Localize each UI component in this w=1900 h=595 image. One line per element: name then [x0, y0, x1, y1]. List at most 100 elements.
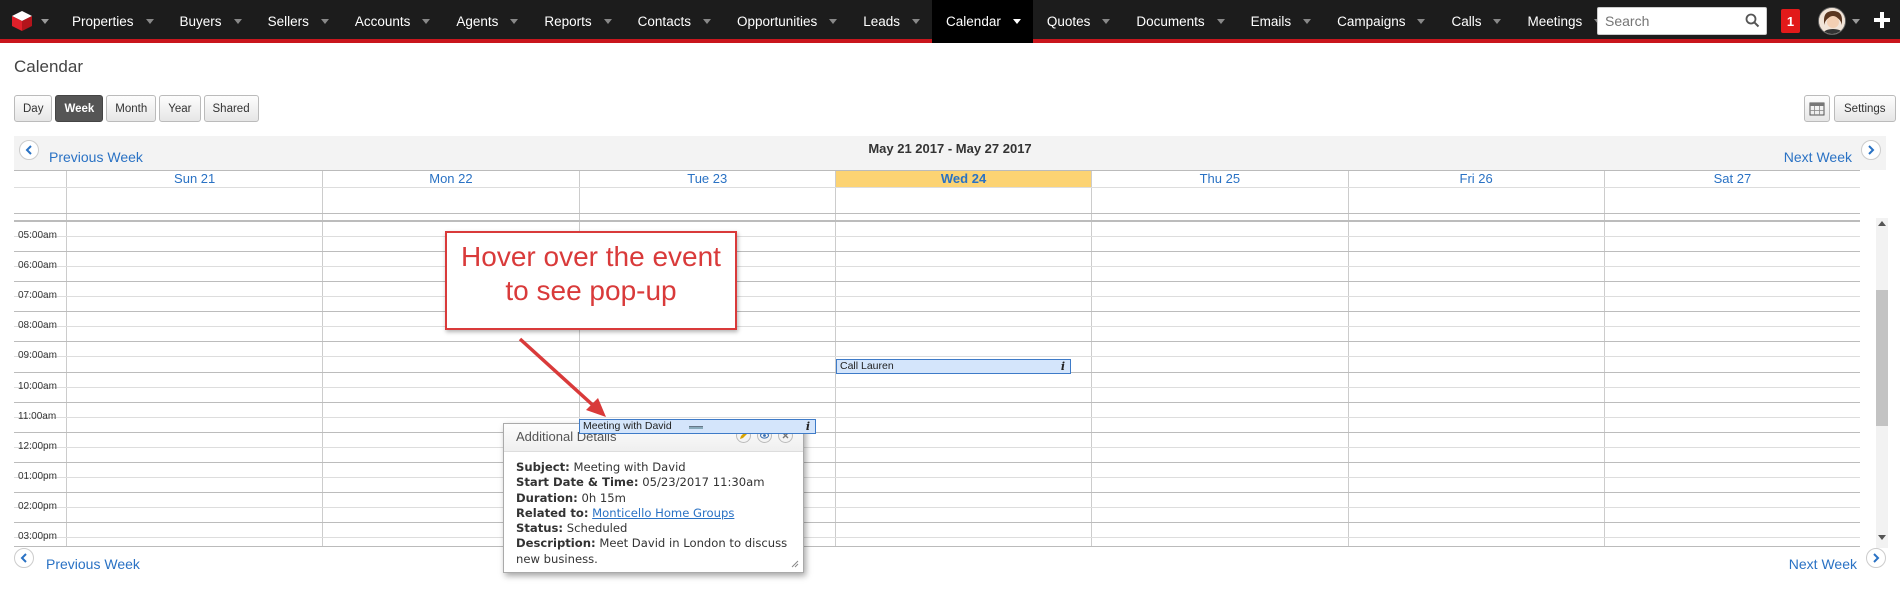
description-label: Description:	[516, 536, 596, 551]
scroll-down-arrow-icon[interactable]	[1878, 535, 1886, 540]
dropdown-caret-icon[interactable]	[422, 19, 431, 24]
grid-column-divider	[1091, 171, 1093, 546]
grid-row-divider	[14, 477, 1860, 478]
popup-status-row: Status: Scheduled	[516, 521, 791, 536]
next-week-arrow[interactable]	[1861, 140, 1881, 160]
nav-item-reports[interactable]: Reports	[530, 0, 623, 43]
start-value: 05/23/2017 11:30am	[642, 475, 765, 490]
nav-item-label: Meetings	[1527, 14, 1583, 29]
week-range-title: May 21 2017 - May 27 2017	[868, 141, 1032, 156]
grid-row-divider	[14, 236, 1860, 237]
next-week-link[interactable]: Next Week	[1784, 149, 1852, 165]
nav-item-properties[interactable]: Properties	[58, 0, 166, 43]
page-title: Calendar	[14, 57, 83, 76]
day-header-sat-27[interactable]: Sat 27	[1603, 171, 1860, 187]
next-week-arrow-bottom[interactable]	[1866, 548, 1886, 568]
next-week-link-bottom[interactable]: Next Week	[1789, 556, 1857, 572]
duration-label: Duration:	[516, 490, 578, 505]
nav-item-accounts[interactable]: Accounts	[341, 0, 443, 43]
notification-badge[interactable]: 1	[1781, 9, 1800, 33]
search-input[interactable]	[1598, 8, 1736, 34]
dropdown-caret-icon[interactable]	[912, 19, 921, 24]
nav-item-label: Accounts	[354, 14, 411, 29]
nav-item-quotes[interactable]: Quotes	[1033, 0, 1123, 43]
settings-button[interactable]: Settings	[1834, 95, 1896, 122]
info-icon[interactable]: i	[806, 420, 810, 433]
scroll-up-arrow-icon[interactable]	[1878, 221, 1886, 226]
dropdown-caret-icon[interactable]	[233, 19, 242, 24]
event-meeting-with-david[interactable]: Meeting with David i	[579, 419, 816, 434]
day-header-sun-21[interactable]: Sun 21	[66, 171, 322, 187]
nav-item-label: Opportunities	[736, 14, 818, 29]
day-header-fri-26[interactable]: Fri 26	[1347, 171, 1604, 187]
nav-item-calls[interactable]: Calls	[1437, 0, 1513, 43]
view-day-button[interactable]: Day	[14, 95, 53, 122]
dropdown-caret-icon[interactable]	[1102, 19, 1111, 24]
dropdown-caret-icon[interactable]	[1012, 19, 1021, 24]
dropdown-caret-icon[interactable]	[145, 19, 154, 24]
nav-item-contacts[interactable]: Contacts	[624, 0, 723, 43]
nav-item-label: Documents	[1136, 14, 1205, 29]
dropdown-caret-icon[interactable]	[603, 19, 612, 24]
nav-item-opportunities[interactable]: Opportunities	[723, 0, 849, 43]
nav-item-campaigns[interactable]: Campaigns	[1323, 0, 1437, 43]
nav-item-agents[interactable]: Agents	[442, 0, 530, 43]
time-slot-label: 12:00pm	[18, 441, 57, 452]
dropdown-caret-icon[interactable]	[320, 19, 329, 24]
nav-item-buyers[interactable]: Buyers	[166, 0, 254, 43]
grid-row-divider	[14, 417, 1860, 418]
nav-item-leads[interactable]: Leads	[849, 0, 932, 43]
nav-item-emails[interactable]: Emails	[1237, 0, 1324, 43]
subject-label: Subject:	[516, 460, 570, 474]
day-header-tue-23[interactable]: Tue 23	[578, 171, 835, 187]
info-icon[interactable]: i	[1061, 360, 1065, 373]
drag-handle-icon[interactable]	[689, 426, 703, 429]
dropdown-caret-icon[interactable]	[1303, 19, 1312, 24]
dropdown-caret-icon[interactable]	[1216, 19, 1225, 24]
view-week-button[interactable]: Week	[55, 95, 104, 122]
user-menu-caret-icon[interactable]	[1852, 19, 1860, 24]
grid-row-divider	[14, 213, 1860, 214]
dropdown-caret-icon[interactable]	[1417, 19, 1426, 24]
calendar-scrollbar-thumb[interactable]	[1876, 290, 1888, 426]
view-year-button[interactable]: Year	[159, 95, 201, 122]
search-icon[interactable]	[1745, 13, 1760, 28]
grid-row-divider	[14, 537, 1860, 538]
view-shared-button[interactable]: Shared	[203, 95, 259, 122]
plus-icon[interactable]	[1872, 10, 1892, 30]
resize-grip-icon[interactable]	[791, 560, 799, 568]
grid-row-divider	[14, 356, 1860, 357]
calendar-grid-toggle[interactable]	[1804, 95, 1830, 122]
chevron-left-icon	[20, 553, 27, 563]
time-slot-label: 07:00am	[18, 290, 57, 301]
grid-row-divider	[14, 402, 1860, 403]
dropdown-caret-icon[interactable]	[829, 19, 838, 24]
logo-dropdown-caret-icon[interactable]	[41, 19, 49, 24]
nav-item-sellers[interactable]: Sellers	[254, 0, 341, 43]
day-header-thu-25[interactable]: Thu 25	[1091, 171, 1347, 187]
dropdown-caret-icon[interactable]	[1493, 19, 1502, 24]
subject-value: Meeting with David	[573, 460, 686, 474]
grid-row-divider	[14, 341, 1860, 342]
event-title: Meeting with David	[583, 420, 672, 432]
view-month-button[interactable]: Month	[106, 95, 157, 122]
previous-week-arrow-bottom[interactable]	[14, 548, 34, 568]
related-label: Related to:	[516, 505, 589, 520]
related-to-link[interactable]: Monticello Home Groups	[592, 506, 734, 520]
view-switcher: Day Week Month Year Shared	[14, 95, 259, 122]
day-header-wed-24[interactable]: Wed 24	[834, 171, 1092, 187]
previous-week-link-bottom[interactable]: Previous Week	[46, 556, 140, 572]
dropdown-caret-icon[interactable]	[702, 19, 711, 24]
event-call-lauren[interactable]: Call Lauren i	[836, 359, 1071, 374]
logo-cube-icon[interactable]	[11, 10, 33, 32]
grid-row-divider	[14, 187, 1860, 188]
day-header-mon-22[interactable]: Mon 22	[322, 171, 578, 187]
grid-row-divider	[14, 266, 1860, 267]
user-avatar[interactable]	[1818, 7, 1846, 35]
dropdown-caret-icon[interactable]	[510, 19, 519, 24]
status-label: Status:	[516, 521, 564, 536]
nav-item-documents[interactable]: Documents	[1122, 0, 1236, 43]
chevron-right-icon	[1873, 553, 1880, 563]
grid-row-divider	[14, 432, 1860, 433]
nav-item-calendar[interactable]: Calendar	[932, 0, 1033, 43]
